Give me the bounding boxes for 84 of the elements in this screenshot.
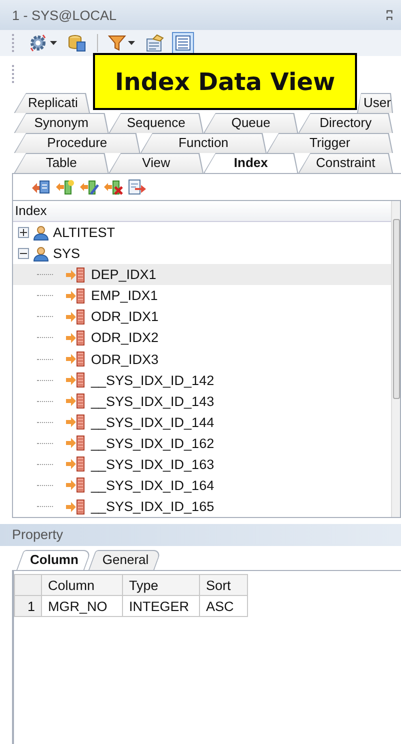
index-label: DEP_IDX1 bbox=[91, 267, 156, 282]
index-delete-icon[interactable] bbox=[103, 179, 123, 195]
index-label: ODR_IDX3 bbox=[91, 352, 159, 366]
list-view-button[interactable] bbox=[172, 32, 194, 54]
object-tab[interactable]: Function bbox=[140, 133, 267, 153]
tree-item[interactable]: DEP_IDX1 bbox=[13, 264, 391, 286]
annotation-tooltip: Index Data View bbox=[93, 53, 357, 110]
object-tab[interactable]: User bbox=[357, 93, 393, 113]
index-label: __SYS_IDX_ID_144 bbox=[91, 414, 214, 430]
column-header: Column bbox=[42, 574, 122, 596]
index-icon bbox=[65, 414, 87, 430]
tree-item[interactable]: ODR_IDX1 bbox=[13, 306, 391, 328]
object-tab[interactable]: Queue bbox=[204, 113, 298, 133]
index-label: __SYS_IDX_ID_142 bbox=[91, 372, 214, 388]
index-icon bbox=[65, 308, 87, 325]
collapse-button[interactable] bbox=[18, 248, 29, 260]
index-label: EMP_IDX1 bbox=[91, 288, 158, 304]
table-cell: INTEGER bbox=[122, 596, 200, 616]
index-label: __SYS_IDX_ID_165 bbox=[91, 499, 214, 514]
user-icon bbox=[33, 246, 49, 262]
tree-item[interactable]: SYS bbox=[13, 243, 391, 264]
caret-icon[interactable] bbox=[50, 41, 57, 45]
plus-icon bbox=[20, 229, 27, 236]
tree-item[interactable]: __SYS_IDX_ID_165 bbox=[13, 496, 391, 518]
object-tab[interactable]: Constraint bbox=[298, 153, 393, 173]
table-cell: MGR_NO bbox=[42, 596, 122, 616]
caret-icon[interactable] bbox=[128, 41, 135, 45]
table-cell: ASC bbox=[200, 596, 248, 616]
property-header: Property bbox=[0, 524, 401, 546]
index-create-icon[interactable] bbox=[31, 179, 51, 195]
index-label: __SYS_IDX_ID_162 bbox=[91, 436, 214, 451]
index-label: __SYS_IDX_ID_163 bbox=[91, 456, 214, 472]
panel-title: 1 - SYS@LOCAL bbox=[12, 8, 116, 22]
list-view-icon bbox=[175, 35, 191, 51]
tree-item[interactable]: ODR_IDX2 bbox=[13, 327, 391, 348]
object-tab[interactable]: Trigger bbox=[266, 133, 393, 153]
index-add-icon[interactable] bbox=[55, 179, 75, 195]
pin-button[interactable]: ʭ bbox=[386, 8, 393, 22]
scrollbar[interactable] bbox=[391, 201, 400, 517]
tree-item[interactable]: __SYS_IDX_ID_163 bbox=[13, 454, 391, 475]
index-icon bbox=[65, 266, 87, 283]
schema-label: ALTITEST bbox=[53, 225, 116, 240]
index-label: ODR_IDX1 bbox=[91, 309, 159, 324]
object-tab[interactable]: Sequence bbox=[108, 113, 204, 133]
expand-button[interactable] bbox=[18, 227, 29, 238]
object-tab[interactable]: Synonym bbox=[14, 113, 109, 133]
corner-cell bbox=[14, 574, 42, 596]
schema-label: SYS bbox=[53, 246, 80, 262]
index-icon bbox=[65, 351, 87, 367]
user-icon bbox=[33, 224, 49, 241]
object-tab[interactable]: Directory bbox=[298, 113, 393, 133]
tree-item[interactable]: __SYS_IDX_ID_144 bbox=[13, 412, 391, 433]
tree-item[interactable]: __SYS_IDX_ID_162 bbox=[13, 432, 391, 454]
gear-icon bbox=[28, 33, 48, 53]
index-icon bbox=[65, 393, 87, 410]
tree-item[interactable]: __SYS_IDX_ID_142 bbox=[13, 370, 391, 391]
properties-icon bbox=[145, 33, 165, 53]
object-tab[interactable]: Index bbox=[204, 153, 298, 173]
index-icon bbox=[65, 435, 87, 452]
index-export-icon[interactable] bbox=[127, 179, 147, 195]
index-icon bbox=[65, 477, 87, 494]
index-icon bbox=[65, 456, 87, 472]
index-edit-icon[interactable] bbox=[79, 179, 99, 195]
index-icon bbox=[65, 288, 87, 304]
database-icon bbox=[67, 33, 87, 53]
tree-item[interactable]: ODR_IDX3 bbox=[13, 348, 391, 370]
object-tab[interactable]: View bbox=[108, 153, 204, 173]
index-icon bbox=[65, 372, 87, 388]
column-header: Type bbox=[122, 574, 200, 596]
row-number: 1 bbox=[14, 596, 42, 616]
tree-item[interactable]: EMP_IDX1 bbox=[13, 285, 391, 306]
index-icon bbox=[65, 498, 87, 515]
tree-item[interactable]: ALTITEST bbox=[13, 222, 391, 244]
tree-item[interactable]: __SYS_IDX_ID_143 bbox=[13, 390, 391, 412]
object-tab[interactable]: Replicati bbox=[14, 93, 90, 113]
index-label: ODR_IDX2 bbox=[91, 330, 159, 346]
object-tab[interactable]: Procedure bbox=[14, 133, 140, 153]
index-icon bbox=[65, 330, 87, 346]
tree-item[interactable]: __SYS_IDX_ID_164 bbox=[13, 474, 391, 496]
column-header: Sort bbox=[200, 574, 248, 596]
scrollbar-thumb[interactable] bbox=[393, 219, 400, 399]
index-label: __SYS_IDX_ID_164 bbox=[91, 478, 214, 493]
object-tab[interactable]: Table bbox=[14, 153, 109, 173]
index-label: __SYS_IDX_ID_143 bbox=[91, 394, 214, 409]
